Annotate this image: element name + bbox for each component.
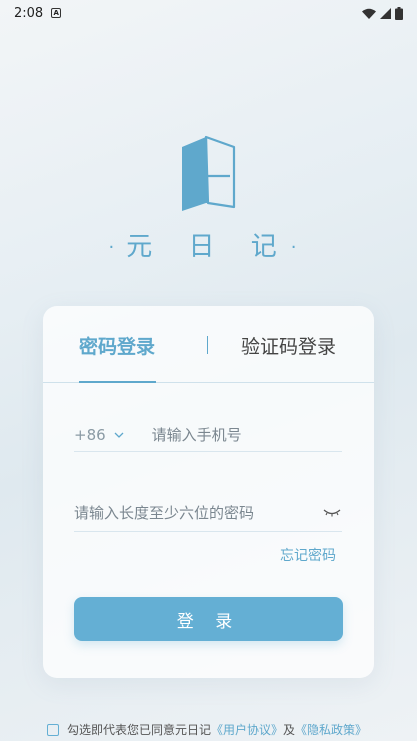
signal-icon: [380, 7, 391, 19]
agreement-and: 及: [283, 723, 296, 737]
country-code-select[interactable]: +86: [74, 426, 124, 444]
login-tabs: 密码登录 验证码登录: [43, 306, 374, 383]
phone-row: +86: [74, 419, 342, 452]
agreement-text: 勾选即代表您已同意元日记: [67, 723, 212, 737]
eye-closed-icon[interactable]: [322, 507, 342, 519]
status-left: 2:08 A: [14, 5, 62, 21]
login-button[interactable]: 登 录: [74, 597, 343, 641]
status-time: 2:08: [14, 5, 44, 21]
login-card: 密码登录 验证码登录 +86 忘记密码 登 录: [43, 306, 374, 678]
battery-icon: [395, 6, 403, 20]
brand-dot-right: ·: [290, 237, 309, 258]
phone-input[interactable]: [151, 426, 342, 444]
password-input[interactable]: [74, 503, 304, 522]
privacy-policy-link[interactable]: 《隐私政策》: [295, 721, 367, 738]
brand-dot-left: ·: [108, 237, 127, 258]
password-row: [74, 494, 342, 532]
notification-icon: A: [51, 8, 62, 18]
app-logo-icon: [182, 135, 236, 211]
chevron-down-icon: [114, 432, 124, 438]
tab-divider: [207, 336, 208, 354]
tab-active-underline: [79, 381, 156, 383]
brand-text: 元 日 记: [126, 232, 291, 262]
agreement-checkbox[interactable]: [47, 723, 59, 736]
tab-password-login[interactable]: 密码登录: [79, 332, 155, 359]
agreement-row: 勾选即代表您已同意元日记 《用户协议》 及 《隐私政策》: [47, 721, 367, 738]
tab-code-login[interactable]: 验证码登录: [241, 332, 336, 359]
user-agreement-link[interactable]: 《用户协议》: [211, 721, 283, 738]
country-code-value: +86: [74, 426, 106, 444]
wifi-icon: [362, 8, 376, 19]
status-right: [362, 6, 403, 20]
forgot-password-link[interactable]: 忘记密码: [280, 545, 336, 565]
brand-name: ·元 日 记·: [0, 226, 417, 263]
status-bar: 2:08 A: [0, 0, 417, 26]
